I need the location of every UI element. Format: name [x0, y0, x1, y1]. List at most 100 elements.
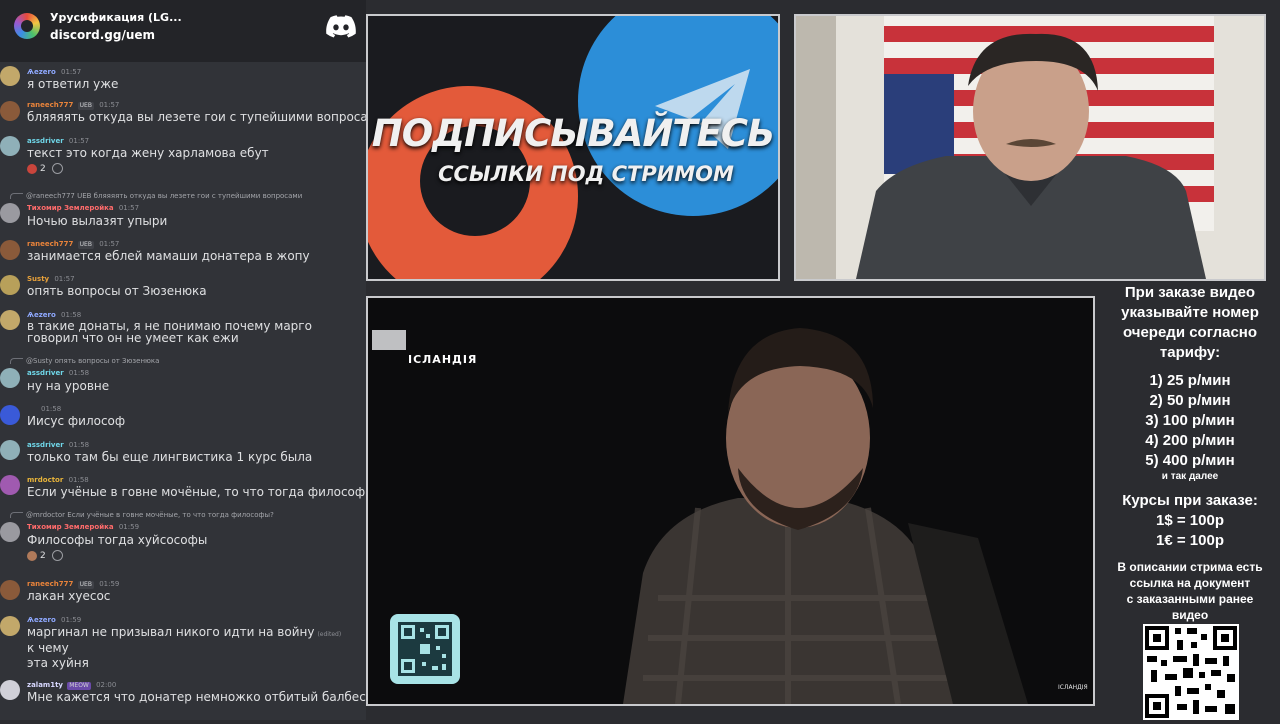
username[interactable]: assdriver: [27, 369, 64, 377]
message-text: текст это когда жену харламова ебут: [27, 146, 269, 160]
username[interactable]: Тихомир Землеройка: [27, 523, 114, 531]
timestamp: 01:57: [99, 101, 120, 109]
message-text: Иисус философ: [27, 414, 126, 428]
message-text: Если учёные в говне мочёные, то что тогд…: [27, 485, 366, 499]
timestamp: 01:59: [61, 616, 82, 624]
message-header: assdriver 01:58: [27, 441, 89, 449]
message-header: assdriver 01:57: [27, 137, 89, 145]
webcam-scene: [796, 16, 1264, 279]
timestamp: 01:57: [118, 204, 140, 212]
rate-line: 1$ = 100р: [1156, 512, 1224, 529]
message-header: raneech777 UEB 01:57: [27, 101, 119, 110]
username[interactable]: Ѧezero: [27, 68, 56, 76]
avatar: [0, 522, 20, 542]
emoji-icon: [27, 550, 37, 561]
watermelon-icon: [27, 163, 37, 174]
timestamp: 01:58: [68, 476, 89, 484]
add-reaction-icon[interactable]: [51, 550, 63, 561]
server-invite-link[interactable]: discord.gg/uem: [50, 28, 155, 42]
chat-header: Урусификация (LG... discord.gg/uem: [0, 0, 366, 62]
message-header: Ѧezero 01:57: [27, 68, 81, 76]
broadcast-badge: [372, 330, 406, 350]
message-line: к чему: [27, 641, 69, 655]
add-reaction-icon[interactable]: [51, 163, 63, 174]
chat-message-list[interactable]: Ѧezero 01:57 я ответил уже raneech777 UE…: [0, 62, 366, 720]
username[interactable]: Тихомир Землеройка: [27, 204, 114, 212]
discord-icon: [326, 15, 356, 38]
role-badge: UEB: [77, 581, 94, 589]
username[interactable]: Susty: [27, 275, 49, 283]
message-text: занимается еблей мамаши донатера в жопу: [27, 249, 310, 263]
username[interactable]: Ѧezero: [27, 616, 56, 624]
video-player[interactable]: ІСЛАНДІЯ ІСЛАНДІЯ: [366, 296, 1095, 706]
username[interactable]: raneech777: [27, 240, 73, 248]
role-badge: MEOW: [67, 682, 91, 690]
reply-preview[interactable]: @raneech777 UEB бляяяять откуда вы лезет…: [10, 192, 302, 200]
message-header: raneech777 UEB 01:59: [27, 580, 119, 589]
server-name: Урусификация (LG...: [50, 11, 182, 24]
price-tier: 3) 100 р/мин: [1145, 412, 1235, 429]
timestamp: 01:58: [61, 311, 82, 319]
reply-preview[interactable]: @mrdoctor Если учёные в говне мочёные, т…: [10, 511, 274, 519]
avatar: [0, 203, 20, 223]
username[interactable]: assdriver: [27, 441, 64, 449]
avatar: [0, 440, 20, 460]
username[interactable]: raneech777: [27, 580, 73, 588]
timestamp: 01:58: [68, 441, 90, 449]
footer-line: В описании стрима есть: [1117, 560, 1263, 574]
avatar: [0, 101, 20, 121]
message-header: mrdoctor 01:58: [27, 476, 89, 484]
message-text: Философы тогда хуйсософы: [27, 533, 208, 547]
message-header: Ѧezero 01:59: [27, 616, 81, 624]
avatar: [0, 680, 20, 700]
footer-line: видео: [1171, 608, 1209, 622]
avatar: [0, 405, 20, 425]
promo-subtitle: ССЫЛКИ ПОД СТРИМОМ: [438, 162, 734, 186]
username[interactable]: raneech777: [27, 101, 73, 109]
username[interactable]: mrdoctor: [27, 476, 63, 484]
avatar: [0, 475, 20, 495]
reaction-count: 2: [40, 164, 46, 174]
avatar: [0, 368, 20, 388]
message-text: ну на уровне: [27, 379, 110, 393]
price-tier: 1) 25 р/мин: [1149, 372, 1231, 389]
username[interactable]: zalam1ty: [27, 681, 63, 689]
promo-banner: ПОДПИСЫВАЙТЕСЬ ССЫЛКИ ПОД СТРИМОМ: [366, 14, 780, 281]
message-text: в такие донаты, я не понимаю почему марг…: [27, 319, 312, 345]
qr-code-icon[interactable]: [390, 614, 460, 684]
username[interactable]: assdriver: [27, 137, 64, 145]
promo-title: ПОДПИСЫВАЙТЕСЬ: [371, 112, 775, 155]
message-text: опять вопросы от Зюзенюка: [27, 284, 207, 298]
timestamp: 01:59: [118, 523, 140, 531]
qr-code-icon[interactable]: [1143, 624, 1239, 720]
avatar: [0, 580, 20, 600]
webcam-feed: [794, 14, 1266, 281]
timestamp: 01:57: [68, 137, 90, 145]
message-text: Мне кажется что донатер немножко отбитый…: [27, 690, 366, 704]
rate-line: 1€ = 100р: [1156, 532, 1224, 549]
reaction[interactable]: 2: [27, 550, 63, 561]
avatar: [0, 136, 20, 156]
message-text: маргинал не призывал никого идти на войн…: [27, 625, 363, 642]
reaction[interactable]: 2: [27, 163, 63, 174]
avatar: [0, 616, 20, 636]
timestamp: 01:57: [99, 240, 120, 248]
server-icon: [14, 13, 40, 39]
message-text: лакан хуесос: [27, 589, 111, 603]
role-badge: UEB: [77, 241, 94, 249]
price-header-line: указывайте номер: [1121, 304, 1259, 321]
chat-panel: Урусификация (LG... discord.gg/uem Ѧezer…: [0, 0, 366, 720]
message-header: Ѧezero 01:58: [27, 311, 81, 319]
message-header: 01:58: [27, 405, 61, 413]
reply-preview[interactable]: @Susty опять вопросы от Зюзенюка: [10, 357, 159, 365]
message-text: Ночью вылазят упыри: [27, 214, 168, 228]
timestamp: 01:57: [54, 275, 75, 283]
message-header: Тихомир Землеройка 01:57: [27, 204, 139, 212]
reaction-count: 2: [40, 551, 46, 561]
message-header: Тихомир Землеройка 01:59: [27, 523, 139, 531]
username[interactable]: Ѧezero: [27, 311, 56, 319]
message-line: эта хуйня: [27, 656, 89, 670]
message-header: raneech777 UEB 01:57: [27, 240, 119, 249]
price-tier: 5) 400 р/мин: [1145, 452, 1235, 469]
timestamp: 01:58: [68, 369, 90, 377]
